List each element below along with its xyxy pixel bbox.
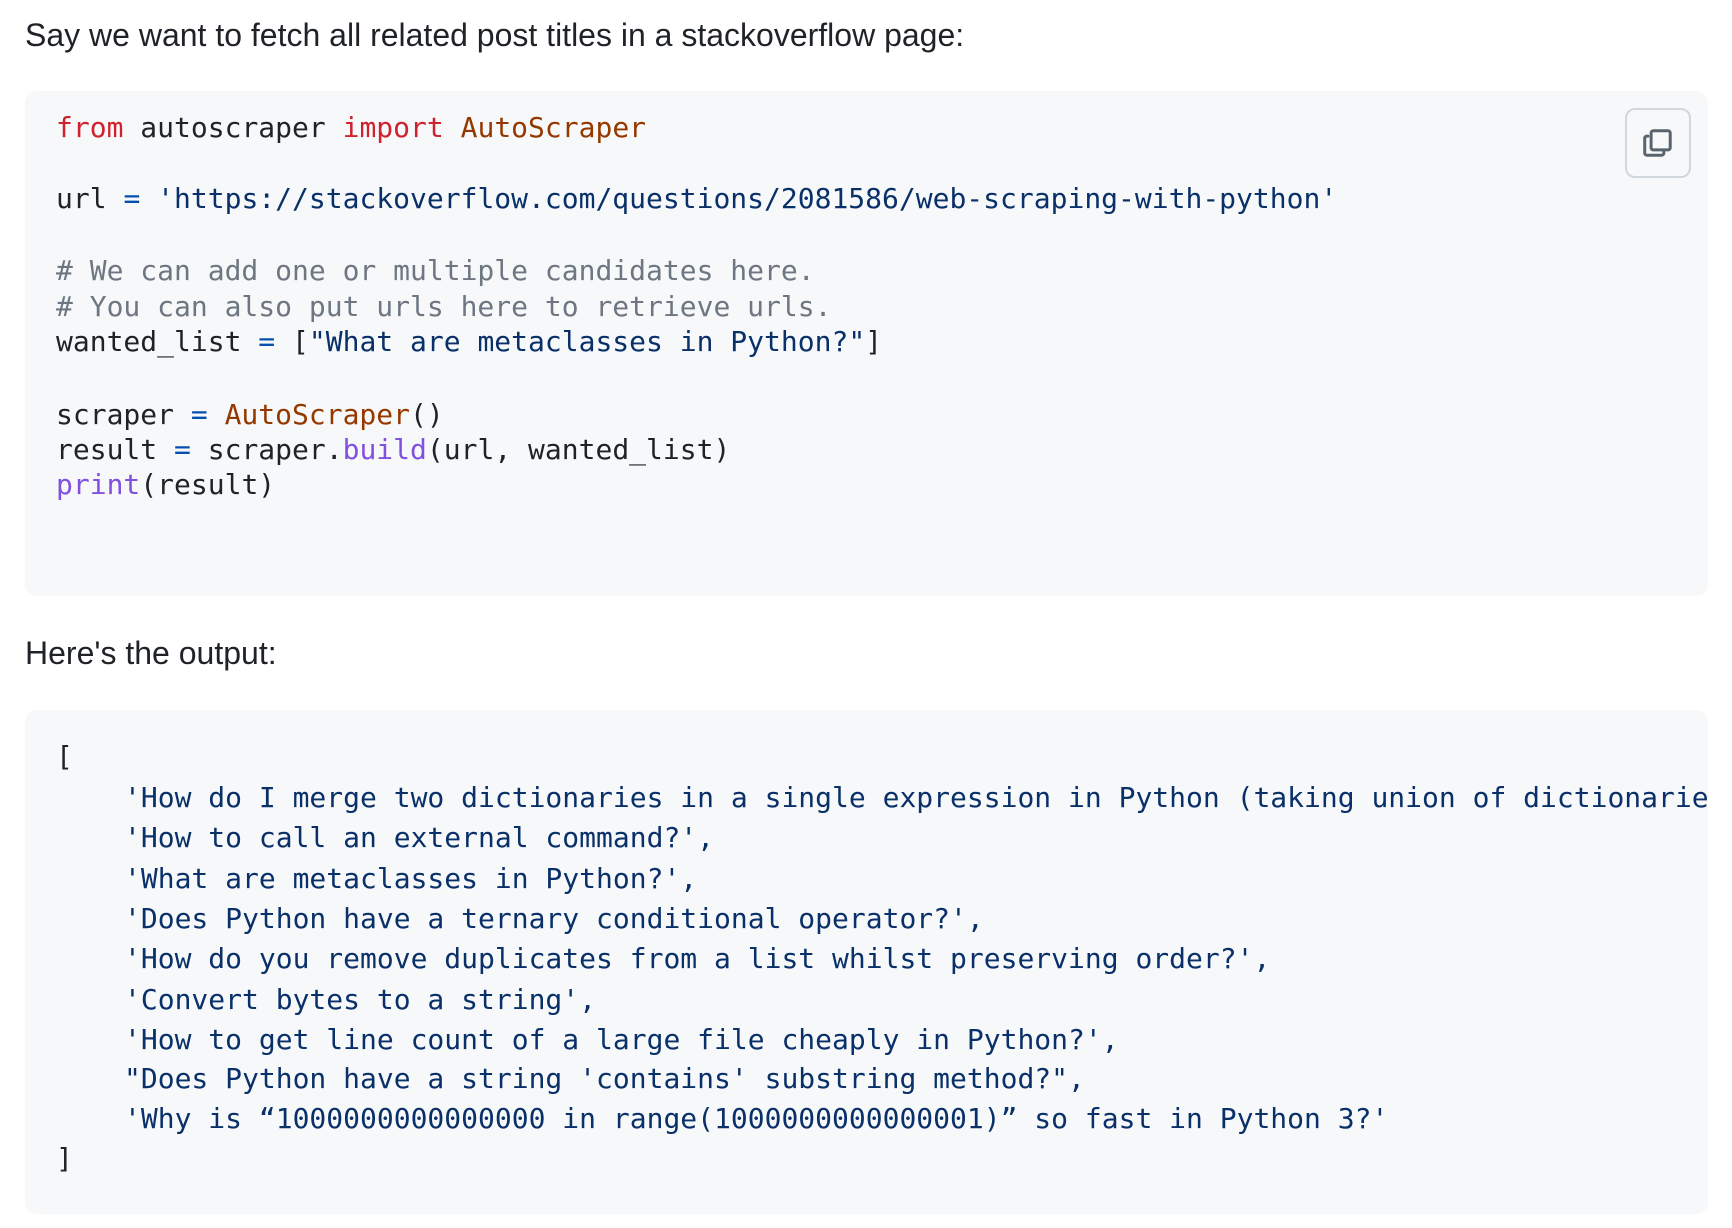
code-line-url: url = 'https://stackoverflow.com/questio… (56, 179, 1337, 219)
output-close-bracket: ] (56, 1142, 73, 1175)
code-comment: # We can add one or multiple candidates … (56, 254, 815, 287)
operator-token: = (190, 398, 208, 431)
operator-token: = (123, 182, 141, 215)
output-item: 'How do I merge two dictionaries in a si… (124, 781, 1708, 814)
args-token: (result) (140, 468, 276, 501)
class-token: AutoScraper (443, 111, 647, 144)
code-comment: # You can also put urls here to retrieve… (56, 290, 832, 323)
output-open-bracket: [ (56, 740, 73, 773)
copy-button[interactable] (1625, 108, 1691, 178)
code-line-scraper: scraper = AutoScraper() (56, 395, 444, 435)
output-item: 'How do you remove duplicates from a lis… (124, 942, 1271, 975)
output-item: "Does Python have a string 'contains' su… (124, 1062, 1085, 1095)
keyword-token: import (342, 111, 444, 144)
operator-token: = (174, 433, 191, 466)
object-token: scraper. (190, 433, 343, 466)
variable-token: wanted_list (56, 325, 259, 358)
keyword-token: from (56, 111, 124, 144)
module-token: autoscraper (123, 111, 343, 144)
code-block-python: from autoscraper import AutoScraper url … (25, 91, 1708, 596)
variable-token: url (56, 182, 124, 215)
code-line-wanted-list: wanted_list = ["What are metaclasses in … (56, 322, 882, 362)
output-item: 'Why is “1000000000000000 in range(10000… (124, 1102, 1389, 1135)
function-token: build (342, 433, 427, 466)
output-item: 'Convert bytes to a string', (124, 983, 597, 1016)
bracket-token: [ (275, 325, 309, 358)
variable-token: scraper (56, 398, 191, 431)
bracket-token: ] (865, 325, 883, 358)
output-item: 'How to call an external command?', (124, 821, 715, 854)
output-heading: Here's the output: (25, 635, 277, 671)
copy-icon (1643, 129, 1672, 157)
output-item: 'Does Python have a ternary conditional … (124, 902, 984, 935)
code-line-print: print(result) (56, 465, 275, 505)
string-token: 'https://stackoverflow.com/questions/208… (140, 182, 1338, 215)
operator-token: = (258, 325, 276, 358)
code-block-output: [ 'How do I merge two dictionaries in a … (25, 710, 1708, 1214)
variable-token: result (56, 433, 175, 466)
output-item: 'How to get line count of a large file c… (124, 1023, 1119, 1056)
code-line-result: result = scraper.build(url, wanted_list) (56, 430, 730, 470)
intro-paragraph: Say we want to fetch all related post ti… (25, 17, 965, 53)
function-token: print (56, 468, 141, 501)
parens-token: () (410, 398, 444, 431)
args-token: (url, wanted_list) (426, 433, 731, 466)
string-token: "What are metaclasses in Python?" (308, 325, 866, 358)
code-line-import: from autoscraper import AutoScraper (56, 108, 646, 148)
output-item: 'What are metaclasses in Python?', (124, 862, 698, 895)
class-token: AutoScraper (207, 398, 411, 431)
